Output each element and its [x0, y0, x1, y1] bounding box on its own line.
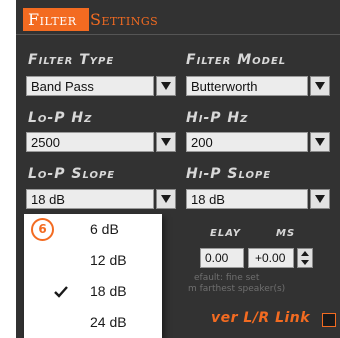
hi-p-hz-value: 200 [186, 132, 308, 152]
slope-option-label: 24 dB [90, 314, 127, 330]
slope-option-label: 12 dB [90, 252, 127, 268]
slope-option-label: 6 dB [90, 221, 119, 237]
delay-label: elay [210, 224, 242, 240]
lo-p-slope-label: Lo-P Slope [28, 166, 116, 182]
hi-p-hz-label: Hi-P Hz [186, 110, 249, 126]
slope-option-12db[interactable]: 12 dB [24, 245, 162, 276]
lo-p-slope-select[interactable]: 18 dB [26, 189, 176, 209]
slope-option-label: 18 dB [90, 283, 127, 299]
callout-badge: 6 [31, 218, 54, 241]
stepper-arrows-icon [301, 251, 309, 265]
lo-p-slope-value: 18 dB [26, 189, 154, 209]
hi-p-hz-select[interactable]: 200 [186, 132, 330, 152]
filter-model-select[interactable]: Butterworth [186, 76, 330, 96]
lo-p-hz-value: 2500 [26, 132, 154, 152]
lr-link-checkbox[interactable] [322, 313, 336, 327]
chevron-down-icon[interactable] [310, 76, 330, 96]
checkmark-icon [54, 286, 68, 298]
hi-p-slope-label: Hi-P Slope [186, 166, 272, 182]
delay-unit-label: ms [276, 224, 296, 240]
delay-note-line1: efault: fine set [194, 273, 260, 283]
slope-option-18db[interactable]: 18 dB [24, 276, 162, 307]
chevron-down-icon[interactable] [156, 189, 176, 209]
chevron-down-icon[interactable] [156, 76, 176, 96]
delay-right-input[interactable]: +0.00 [248, 248, 294, 268]
lr-link-label[interactable]: ver L/R Link [211, 310, 310, 326]
panel-title-filter: Filter [28, 10, 77, 29]
delay-left-input[interactable]: 0.00 [200, 248, 244, 268]
hi-p-slope-value: 18 dB [186, 189, 308, 209]
lo-p-hz-label: Lo-P Hz [28, 110, 93, 126]
chevron-down-icon[interactable] [156, 132, 176, 152]
panel-title-settings: Settings [90, 10, 159, 29]
filter-model-value: Butterworth [186, 76, 308, 96]
filter-type-select[interactable]: Band Pass [26, 76, 176, 96]
chevron-down-icon[interactable] [310, 132, 330, 152]
slope-option-24db[interactable]: 24 dB [24, 307, 162, 338]
panel-title-bar: Filter Settings [16, 0, 340, 35]
delay-stepper[interactable] [297, 248, 313, 268]
chevron-down-icon[interactable] [310, 189, 330, 209]
filter-type-label: Filter Type [28, 52, 115, 68]
filter-type-value: Band Pass [26, 76, 154, 96]
filter-model-label: Filter Model [186, 52, 287, 68]
delay-note-line2: m farthest speaker(s) [188, 284, 286, 294]
hi-p-slope-select[interactable]: 18 dB [186, 189, 330, 209]
lo-p-hz-select[interactable]: 2500 [26, 132, 176, 152]
